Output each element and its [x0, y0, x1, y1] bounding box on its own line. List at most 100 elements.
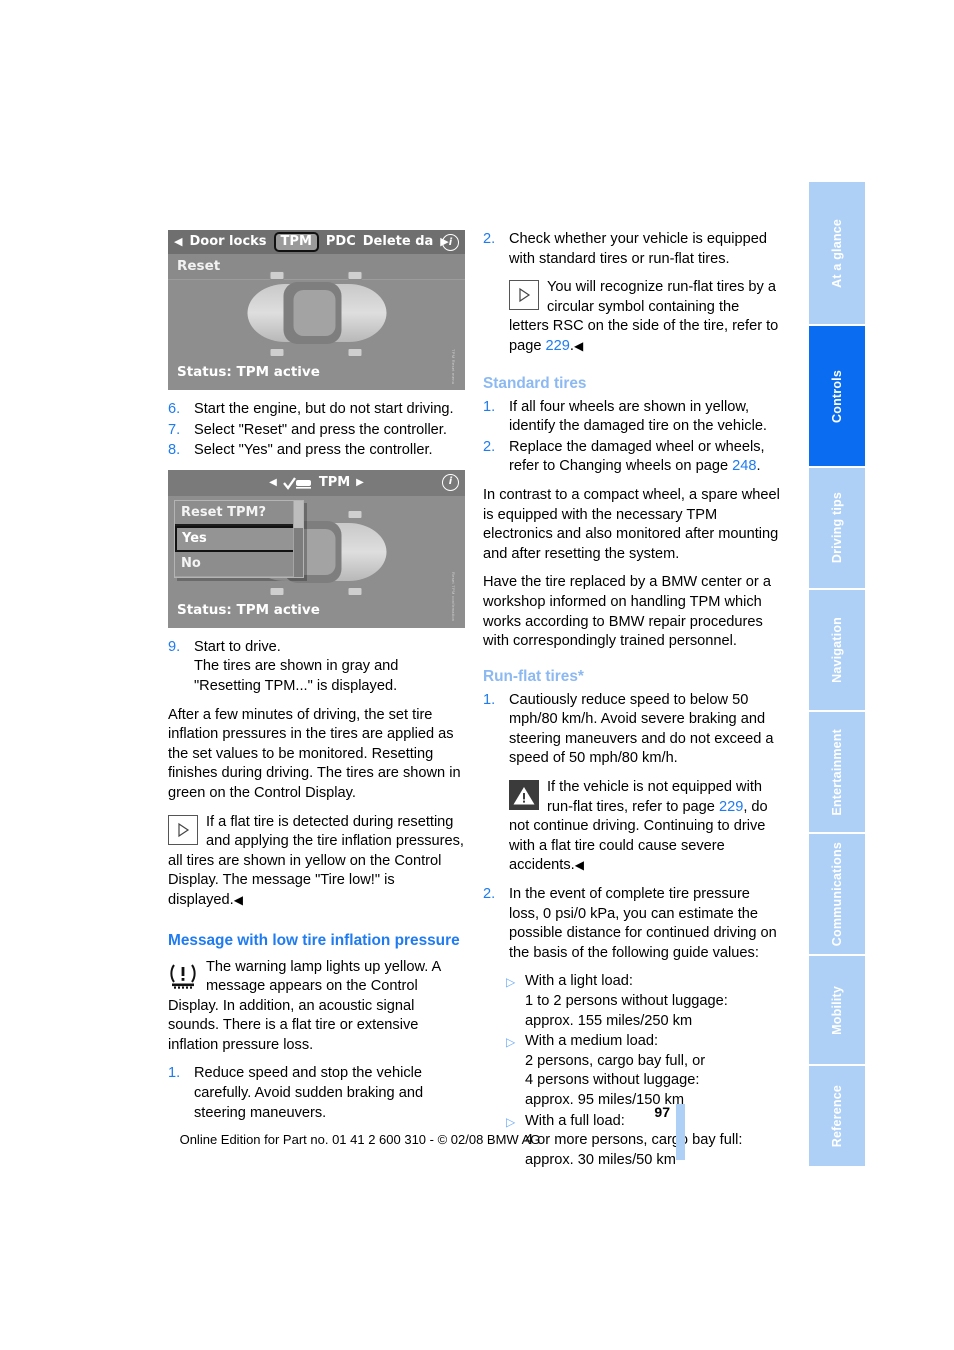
tab-label: Mobility — [830, 985, 844, 1035]
list-item: 7. Select "Reset" and press the controll… — [168, 421, 465, 441]
step-number: 6. — [168, 401, 181, 417]
step-text: Select "Yes" and press the controller. — [194, 442, 433, 459]
tire-front-right — [269, 348, 284, 358]
tire-rear-right — [347, 348, 362, 358]
bullet-triangle-icon: ▷ — [506, 975, 516, 990]
figure-caption: TPM Reset menu — [451, 348, 456, 384]
tab-label: Communications — [830, 841, 844, 947]
menu-item-delete-data: Delete da — [362, 234, 434, 250]
control-display-tpm-header: ◀ TPM ▶ — [168, 469, 465, 496]
menu-back-arrow-icon: ◀ — [174, 235, 183, 249]
scrollbar-thumb[interactable] — [294, 500, 303, 529]
bullet-title: With a medium load: — [525, 1033, 659, 1050]
figure-caption: Reset TPM confirmation — [451, 572, 456, 622]
list-item: 2. Replace the damaged wheel or wheels, … — [483, 438, 780, 477]
tpm-status-text: Status: TPM active — [177, 364, 320, 381]
tpm-status-text: Status: TPM active — [177, 602, 320, 619]
step-number: 9. — [168, 638, 181, 655]
tire-front-right — [269, 586, 284, 596]
heading-message-low-tire-inflation: Message with low tire inflation pressure — [168, 931, 460, 949]
step-text: If all four wheels are shown in yellow, … — [509, 398, 767, 435]
note-rsc-symbol: You will recognize run-flat tires by a c… — [509, 278, 780, 356]
step-number: 1. — [483, 398, 496, 415]
paragraph-bmw-center: Have the tire replaced by a BMW center o… — [483, 574, 771, 650]
tire-rear-right — [347, 586, 362, 596]
tab-label: Navigation — [830, 617, 844, 683]
standard-tires-steps-list: 1. If all four wheels are shown in yello… — [483, 398, 780, 477]
warning-triangle-icon — [509, 780, 539, 811]
tab-label: Entertainment — [830, 728, 844, 816]
figure-tpm-reset-screen: ◀ Door locks TPM PDC Delete da ▶ i Reset… — [168, 230, 465, 390]
vehicle-top-view-graphic — [229, 270, 404, 358]
list-item: ▷ With a medium load: 2 persons, cargo b… — [506, 1032, 780, 1110]
note-endmark-icon: ◀ — [233, 892, 243, 907]
bullet-detail-1: 1 to 2 persons without luggage: — [525, 993, 728, 1009]
step-2-list: 2. Check whether your vehicle is equippe… — [483, 230, 780, 269]
low-pressure-steps-list: 1. Reduce speed and stop the vehicle car… — [168, 1064, 465, 1123]
right-column: 2. Check whether your vehicle is equippe… — [483, 230, 780, 1172]
step-text: Check whether your vehicle is equipped w… — [509, 231, 767, 267]
step-text: In the event of complete tire pressure l… — [509, 886, 777, 961]
bullet-triangle-icon: ▷ — [506, 1035, 516, 1050]
step-text: Select "Reset" and press the controller. — [194, 421, 447, 438]
list-item: 1. If all four wheels are shown in yello… — [483, 398, 780, 437]
step-text: Start the engine, but do not start drivi… — [194, 401, 454, 417]
tab-at-a-glance[interactable]: At a glance — [809, 182, 865, 324]
step-number: 7. — [168, 421, 181, 438]
step-9-list: 9. Start to drive. The tires are shown i… — [168, 638, 465, 697]
tab-entertainment[interactable]: Entertainment — [809, 710, 865, 832]
section-tab-rail: At a glance Controls Driving tips Naviga… — [809, 182, 865, 1166]
page-reference-link[interactable]: 248 — [732, 458, 756, 474]
page-number: 97 — [654, 1104, 670, 1120]
note-endmark-icon: ◀ — [573, 338, 584, 353]
info-icon: i — [442, 234, 459, 251]
list-item: 2. Check whether your vehicle is equippe… — [483, 230, 780, 269]
step-text: Cautiously reduce speed to below 50 mph/… — [509, 691, 774, 767]
bullet-detail-2: approx. 155 miles/250 km — [525, 1012, 693, 1029]
list-item: 2. In the event of complete tire pressur… — [483, 885, 780, 963]
page-reference-link[interactable]: 229 — [546, 338, 570, 354]
step-text: Reduce speed and stop the vehicle carefu… — [194, 1065, 424, 1121]
header-title-tpm: TPM — [318, 474, 351, 490]
steps-6-to-8-list: 6. Start the engine, but do not start dr… — [168, 400, 465, 461]
bullet-title: With a full load: — [525, 1112, 625, 1129]
runflat-step-1-list: 1. Cautiously reduce speed to below 50 m… — [483, 691, 780, 769]
step-number: 2. — [483, 231, 496, 247]
tpm-check-vehicle-icon — [282, 476, 313, 490]
dialog-scrollbar[interactable] — [293, 500, 303, 577]
step-number: 2. — [483, 438, 496, 455]
tire-rear-left — [347, 509, 362, 519]
tab-communications[interactable]: Communications — [809, 832, 865, 954]
warning-lamp-text: The warning lamp lights up yellow. A mes… — [168, 958, 441, 1053]
dialog-title: Reset TPM? — [175, 501, 303, 527]
tab-driving-tips[interactable]: Driving tips — [809, 466, 865, 588]
manual-page: At a glance Controls Driving tips Naviga… — [0, 0, 954, 1350]
reset-tpm-dialog: Reset TPM? Yes No — [174, 499, 304, 578]
tab-label: Controls — [830, 369, 844, 423]
heading-run-flat-tires: Run-flat tires* — [483, 667, 584, 685]
step-text-line1: Start to drive. — [194, 638, 281, 655]
tire-pressure-warning-icon — [168, 959, 198, 990]
figure-reset-tpm-dialog-screen: ◀ TPM ▶ i Reset TPM? Yes No Status: TPM … — [168, 469, 465, 628]
tab-mobility[interactable]: Mobility — [809, 954, 865, 1064]
tab-reference[interactable]: Reference — [809, 1064, 865, 1166]
bullet-detail-2: approx. 30 miles/50 km — [525, 1151, 676, 1168]
list-item: ▷ With a light load: 1 to 2 persons with… — [506, 972, 780, 1031]
control-display-menu-bar: ◀ Door locks TPM PDC Delete da ▶ — [168, 230, 465, 254]
paragraph-after-driving: After a few minutes of driving, the set … — [168, 706, 461, 801]
list-item: 8. Select "Yes" and press the controller… — [168, 441, 465, 461]
dialog-option-no[interactable]: No — [175, 552, 303, 577]
menu-item-door-locks: Door locks — [189, 234, 267, 250]
dialog-option-yes[interactable]: Yes — [175, 526, 303, 552]
heading-standard-tires: Standard tires — [483, 374, 587, 392]
page-reference-link[interactable]: 229 — [719, 799, 743, 815]
left-column: ◀ Door locks TPM PDC Delete da ▶ i Reset… — [168, 230, 465, 1132]
tab-navigation[interactable]: Navigation — [809, 588, 865, 710]
step-text-after: . — [756, 458, 761, 475]
note-text: If a flat tire is detected during resett… — [168, 813, 464, 908]
bullet-detail-1b: 4 persons without luggage: — [525, 1072, 700, 1089]
tab-controls[interactable]: Controls — [809, 324, 865, 466]
list-item: 6. Start the engine, but do not start dr… — [168, 400, 465, 420]
footer-edition-note: Online Edition for Part no. 01 41 2 600 … — [179, 1132, 541, 1147]
tab-label: Reference — [830, 1084, 844, 1148]
